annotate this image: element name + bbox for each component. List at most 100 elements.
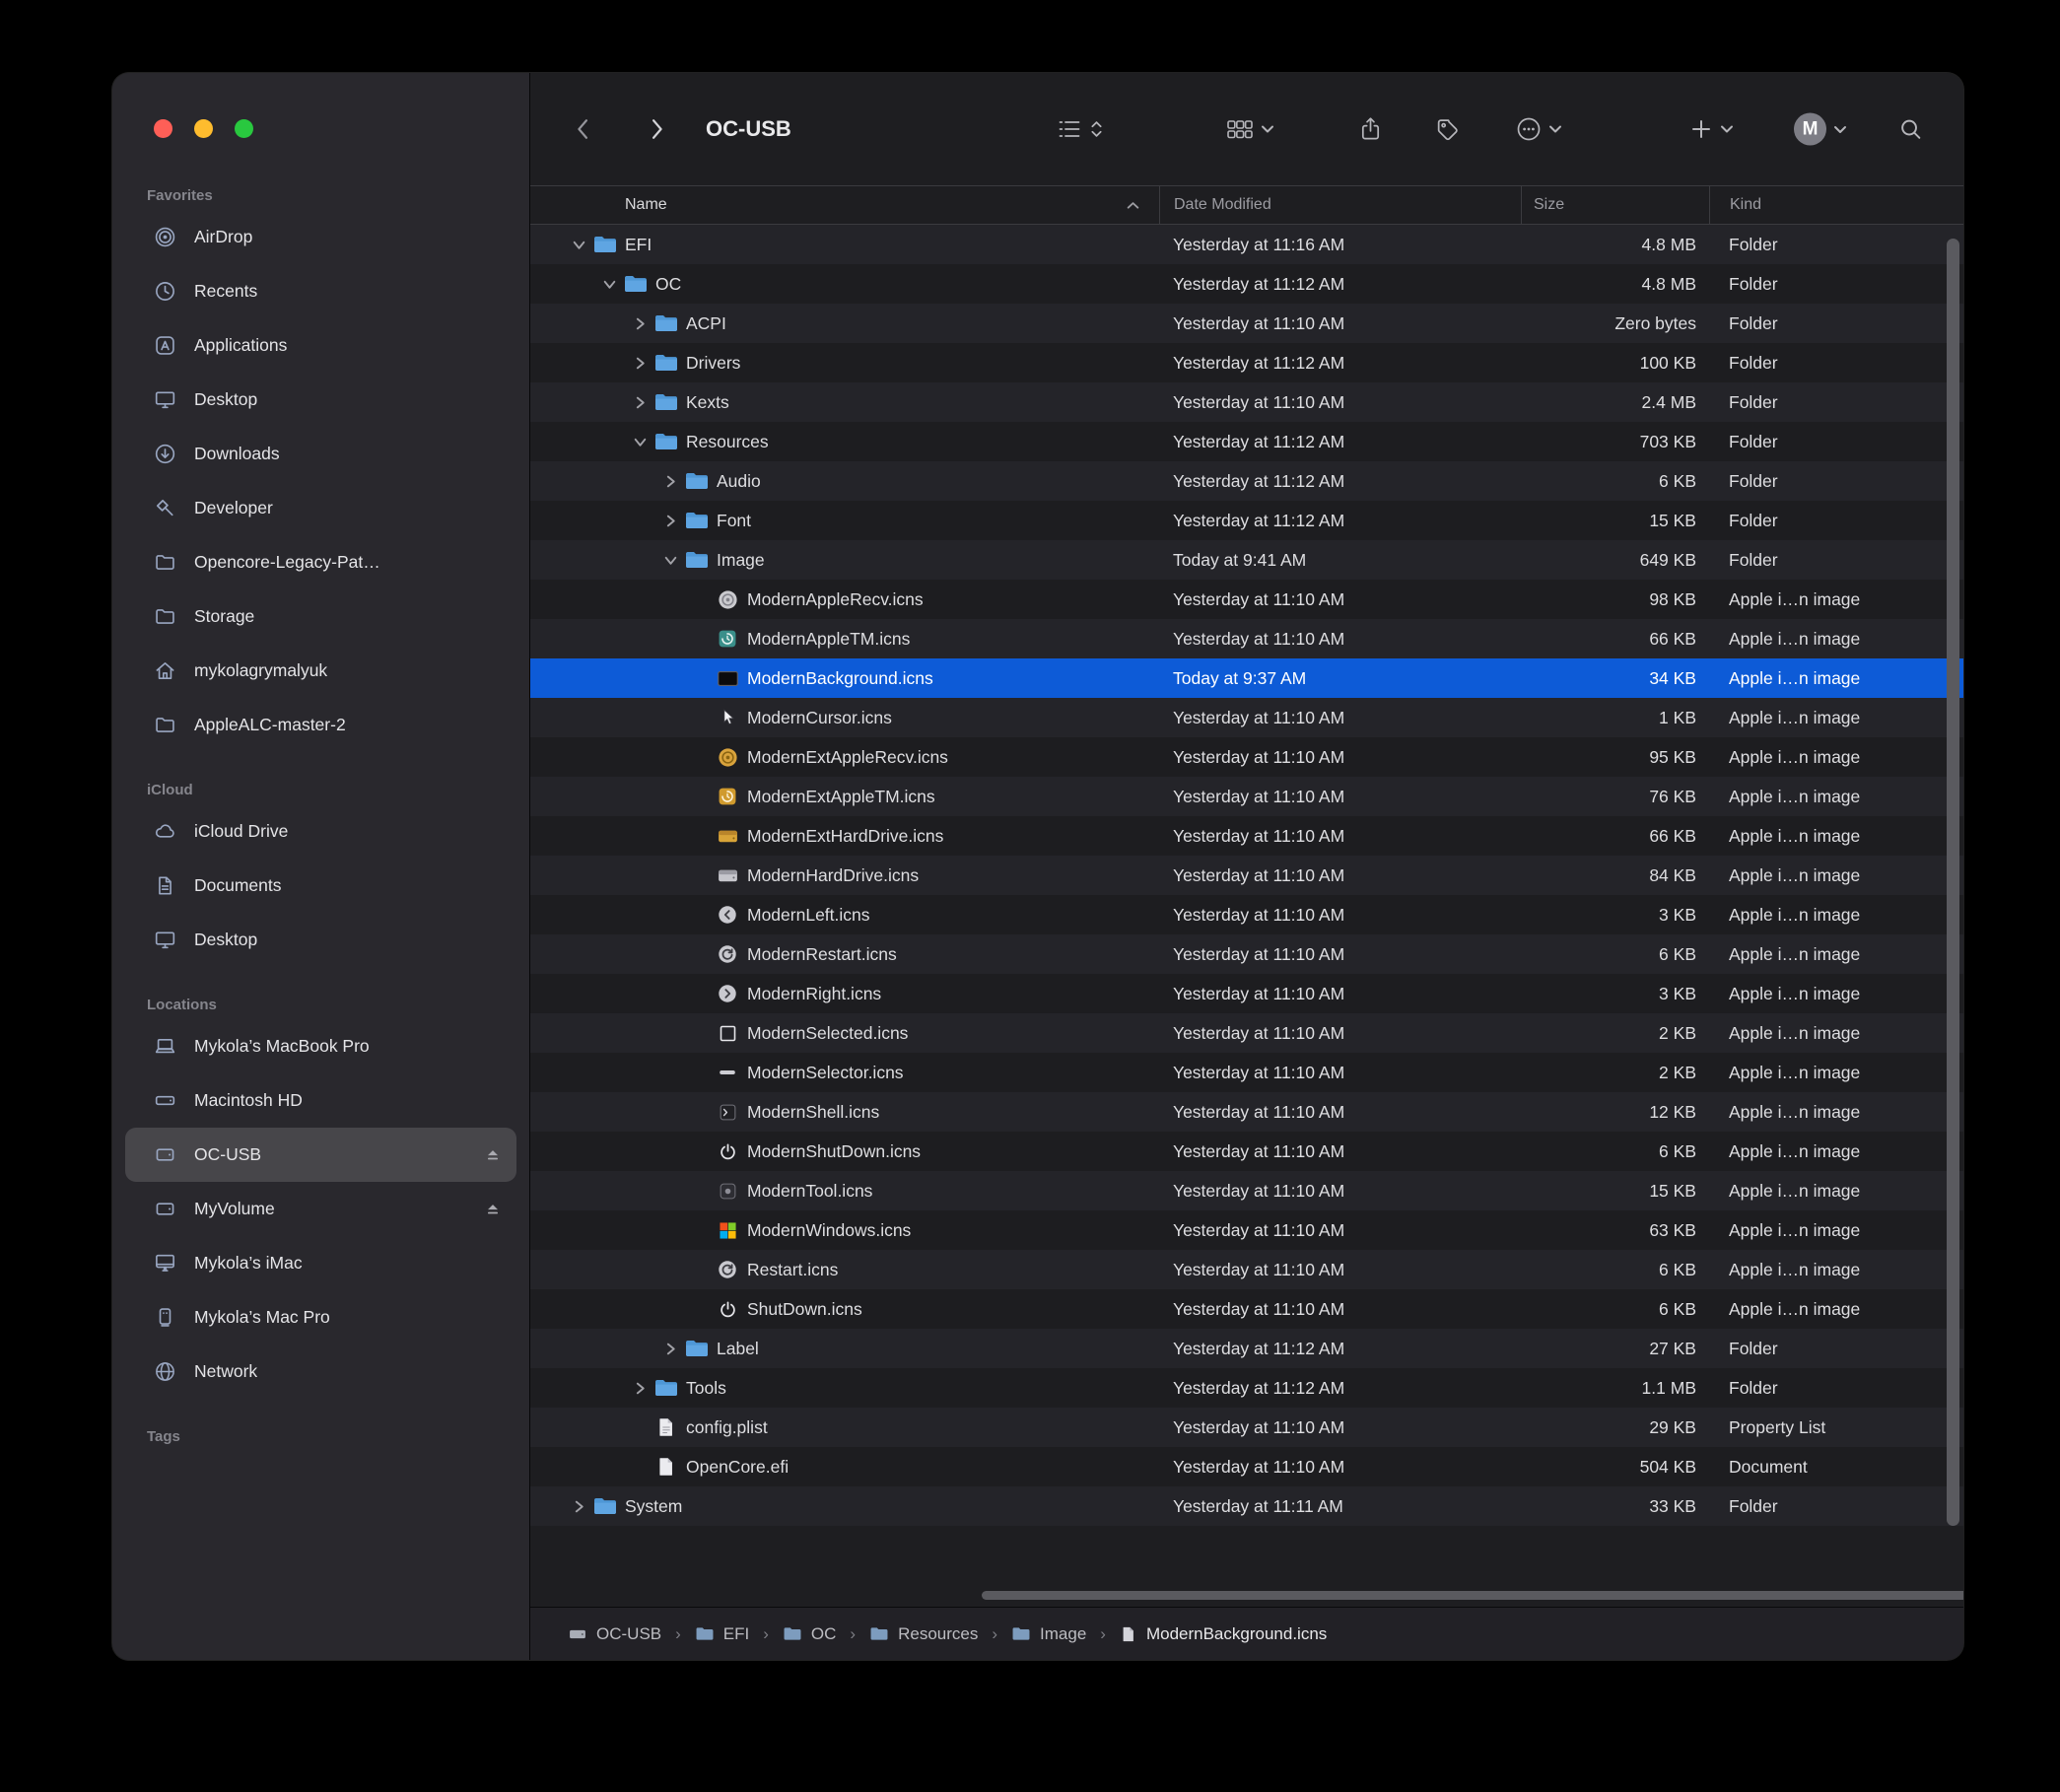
sidebar-item-mykola-s-macbook-pro[interactable]: Mykola’s MacBook Pro [125,1019,516,1073]
eject-icon[interactable] [483,1145,503,1165]
file-row-oc[interactable]: OCYesterday at 11:12 AM4.8 MBFolder [530,264,1963,304]
more-button[interactable] [1516,116,1562,142]
file-row-drivers[interactable]: DriversYesterday at 11:12 AM100 KBFolder [530,343,1963,382]
sidebar-item-mykola-s-mac-pro[interactable]: Mykola’s Mac Pro [125,1290,516,1344]
sidebar-item-oc-usb[interactable]: OC-USB [125,1128,516,1182]
sidebar-item-developer[interactable]: Developer [125,481,516,535]
file-row-efi[interactable]: EFIYesterday at 11:16 AM4.8 MBFolder [530,225,1963,264]
kind-cell: Apple i…n image [1709,629,1963,650]
sidebar-item-desktop[interactable]: Desktop [125,373,516,427]
disclosure-triangle-icon[interactable] [596,277,622,292]
file-row-modernright-icns[interactable]: ModernRight.icnsYesterday at 11:10 AM3 K… [530,974,1963,1013]
column-header-date[interactable]: Date Modified [1159,186,1521,224]
sidebar-item-recents[interactable]: Recents [125,264,516,318]
share-button[interactable] [1358,116,1383,143]
sidebar-item-mykola-s-imac[interactable]: Mykola’s iMac [125,1236,516,1290]
file-row-image[interactable]: ImageToday at 9:41 AM649 KBFolder [530,540,1963,580]
file-row-moderncursor-icns[interactable]: ModernCursor.icnsYesterday at 11:10 AM1 … [530,698,1963,737]
file-row-modernleft-icns[interactable]: ModernLeft.icnsYesterday at 11:10 AM3 KB… [530,895,1963,934]
sidebar-item-mykolagrymalyuk[interactable]: mykolagrymalyuk [125,644,516,698]
file-row-modernbackground-icns[interactable]: ModernBackground.icnsToday at 9:37 AM34 … [530,658,1963,698]
file-row-modernwindows-icns[interactable]: ModernWindows.icnsYesterday at 11:10 AM6… [530,1210,1963,1250]
vertical-scrollbar[interactable] [1947,239,1959,1526]
file-row-modernselected-icns[interactable]: ModernSelected.icnsYesterday at 11:10 AM… [530,1013,1963,1053]
file-row-modernharddrive-icns[interactable]: ModernHardDrive.icnsYesterday at 11:10 A… [530,856,1963,895]
disclosure-triangle-icon[interactable] [627,435,652,449]
sidebar-item-documents[interactable]: Documents [125,859,516,913]
file-row-modernextappletm-icns[interactable]: ModernExtAppleTM.icnsYesterday at 11:10 … [530,777,1963,816]
file-row-modernselector-icns[interactable]: ModernSelector.icnsYesterday at 11:10 AM… [530,1053,1963,1092]
disclosure-triangle-icon[interactable] [566,238,591,252]
tags-button[interactable] [1435,117,1460,142]
close-button[interactable] [154,119,172,138]
sidebar-item-icloud-drive[interactable]: iCloud Drive [125,804,516,859]
account-button[interactable]: M [1794,113,1847,146]
sidebar-item-applealc-master-2[interactable]: AppleALC-master-2 [125,698,516,752]
file-row-config-plist[interactable]: config.plistYesterday at 11:10 AM29 KBPr… [530,1408,1963,1447]
ext-apple-recovery-icon [714,743,741,771]
sidebar-item-opencore-legacy-pat[interactable]: Opencore-Legacy-Pat… [125,535,516,589]
path-item-modernbackground-icns[interactable]: ModernBackground.icns [1120,1624,1327,1644]
zoom-button[interactable] [235,119,253,138]
disclosure-triangle-icon[interactable] [627,316,652,331]
view-mode-button[interactable] [1057,117,1104,141]
eject-icon[interactable] [483,1200,503,1219]
disclosure-triangle-icon[interactable] [657,1342,683,1356]
sidebar-item-network[interactable]: Network [125,1344,516,1399]
sidebar-item-storage[interactable]: Storage [125,589,516,644]
file-row-modernapplerecv-icns[interactable]: ModernAppleRecv.icnsYesterday at 11:10 A… [530,580,1963,619]
sidebar-item-label: Network [194,1361,257,1382]
file-row-font[interactable]: FontYesterday at 11:12 AM15 KBFolder [530,501,1963,540]
file-row-modernshell-icns[interactable]: ModernShell.icnsYesterday at 11:10 AM12 … [530,1092,1963,1132]
disclosure-triangle-icon[interactable] [627,356,652,371]
file-row-opencore-efi[interactable]: OpenCore.efiYesterday at 11:10 AM504 KBD… [530,1447,1963,1486]
sidebar-item-macintosh-hd[interactable]: Macintosh HD [125,1073,516,1128]
back-button[interactable] [574,116,593,143]
file-row-system[interactable]: SystemYesterday at 11:11 AM33 KBFolder [530,1486,1963,1526]
path-item-resources[interactable]: Resources [869,1624,978,1644]
disclosure-triangle-icon[interactable] [627,395,652,410]
search-button[interactable] [1898,117,1923,142]
sidebar-item-desktop[interactable]: Desktop [125,913,516,967]
disclosure-triangle-icon[interactable] [627,1381,652,1396]
file-row-modernextapplerecv-icns[interactable]: ModernExtAppleRecv.icnsYesterday at 11:1… [530,737,1963,777]
horizontal-scrollbar[interactable] [982,1591,1963,1600]
column-header-name[interactable]: Name [530,186,1159,224]
file-row-kexts[interactable]: KextsYesterday at 11:10 AM2.4 MBFolder [530,382,1963,422]
file-row-resources[interactable]: ResourcesYesterday at 11:12 AM703 KBFold… [530,422,1963,461]
forward-button[interactable] [647,116,666,143]
column-header-size[interactable]: Size [1521,186,1709,224]
file-row-modernappletm-icns[interactable]: ModernAppleTM.icnsYesterday at 11:10 AM6… [530,619,1963,658]
path-item-efi[interactable]: EFI [695,1624,749,1644]
column-header-kind[interactable]: Kind [1709,186,1963,224]
file-row-tools[interactable]: ToolsYesterday at 11:12 AM1.1 MBFolder [530,1368,1963,1408]
file-row-shutdown-icns[interactable]: ShutDown.icnsYesterday at 11:10 AM6 KBAp… [530,1289,1963,1329]
sidebar-item-applications[interactable]: Applications [125,318,516,373]
file-row-modernrestart-icns[interactable]: ModernRestart.icnsYesterday at 11:10 AM6… [530,934,1963,974]
disclosure-triangle-icon[interactable] [657,514,683,528]
path-separator: › [850,1624,856,1644]
file-row-label[interactable]: LabelYesterday at 11:12 AM27 KBFolder [530,1329,1963,1368]
file-row-moderntool-icns[interactable]: ModernTool.icnsYesterday at 11:10 AM15 K… [530,1171,1963,1210]
file-row-restart-icns[interactable]: Restart.icnsYesterday at 11:10 AM6 KBApp… [530,1250,1963,1289]
sidebar-item-airdrop[interactable]: AirDrop [125,210,516,264]
path-item-oc[interactable]: OC [783,1624,837,1644]
file-row-modernextharddrive-icns[interactable]: ModernExtHardDrive.icnsYesterday at 11:1… [530,816,1963,856]
disclosure-triangle-icon[interactable] [657,553,683,568]
file-row-audio[interactable]: AudioYesterday at 11:12 AM6 KBFolder [530,461,1963,501]
sidebar-item-myvolume[interactable]: MyVolume [125,1182,516,1236]
sidebar-item-downloads[interactable]: Downloads [125,427,516,481]
path-item-oc-usb[interactable]: OC-USB [568,1624,661,1644]
name-cell: ModernLeft.icns [530,901,1159,929]
new-button[interactable] [1689,117,1734,141]
minimize-button[interactable] [194,119,213,138]
name-cell: Label [530,1335,1159,1362]
path-item-image[interactable]: Image [1011,1624,1086,1644]
date-modified-cell: Yesterday at 11:16 AM [1159,235,1521,255]
file-row-modernshutdown-icns[interactable]: ModernShutDown.icnsYesterday at 11:10 AM… [530,1132,1963,1171]
disclosure-triangle-icon[interactable] [657,474,683,489]
name-cell: ModernRestart.icns [530,940,1159,968]
group-button[interactable] [1226,117,1274,141]
file-row-acpi[interactable]: ACPIYesterday at 11:10 AMZero bytesFolde… [530,304,1963,343]
disclosure-triangle-icon[interactable] [566,1499,591,1514]
